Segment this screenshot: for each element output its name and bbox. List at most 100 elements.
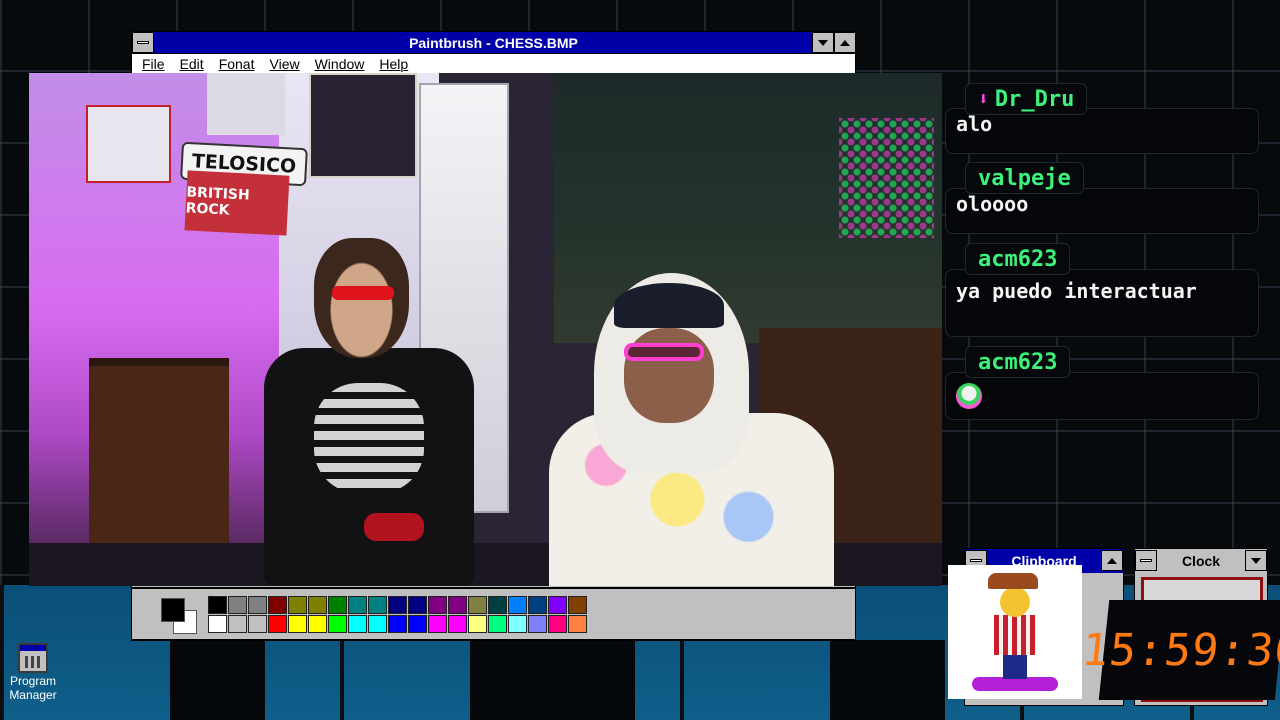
christmas-lights: [839, 118, 934, 238]
cowboy-hat-icon: [988, 573, 1038, 589]
skeleton-print: [314, 383, 424, 493]
color-swatch[interactable]: [248, 596, 267, 614]
color-swatch[interactable]: [568, 596, 587, 614]
maximize-icon: [1107, 557, 1117, 564]
system-menu-button[interactable]: [1135, 550, 1157, 571]
mascot-shoes: [972, 677, 1058, 691]
color-palette: [131, 587, 856, 640]
minimize-button[interactable]: [812, 32, 834, 53]
menu-bar: File Edit Fonat View Window Help: [132, 54, 855, 74]
flower-emote-icon: [956, 383, 982, 409]
color-swatch[interactable]: [448, 596, 467, 614]
floor-tile: [830, 640, 945, 720]
menu-window[interactable]: Window: [315, 56, 365, 72]
color-swatch[interactable]: [248, 615, 267, 633]
color-swatch[interactable]: [428, 596, 447, 614]
chat-message-text: oloooo: [945, 188, 1259, 234]
mascot-shirt: [994, 615, 1036, 655]
menu-help[interactable]: Help: [379, 56, 408, 72]
poster-drinks: [86, 105, 171, 183]
color-swatch[interactable]: [368, 615, 387, 633]
color-swatch[interactable]: [348, 596, 367, 614]
window-title: Paintbrush - CHESS.BMP: [409, 35, 578, 51]
color-swatch[interactable]: [508, 596, 527, 614]
color-swatch[interactable]: [448, 615, 467, 633]
foreground-color[interactable]: [161, 598, 185, 622]
color-swatch[interactable]: [228, 615, 247, 633]
color-swatch[interactable]: [488, 596, 507, 614]
color-swatch[interactable]: [528, 615, 547, 633]
chat-username: acm623: [965, 243, 1071, 275]
color-swatch[interactable]: [528, 596, 547, 614]
clock-titlebar[interactable]: Clock: [1135, 549, 1267, 573]
color-swatch[interactable]: [368, 596, 387, 614]
floor-tile: [470, 640, 635, 720]
menu-font[interactable]: Fonat: [219, 56, 255, 72]
color-swatch[interactable]: [288, 596, 307, 614]
person-paint-hoodie: [524, 273, 834, 586]
color-swatch[interactable]: [328, 596, 347, 614]
menu-edit[interactable]: Edit: [180, 56, 204, 72]
color-swatch[interactable]: [308, 596, 327, 614]
color-swatch[interactable]: [268, 596, 287, 614]
poster-skull: [207, 73, 285, 135]
mascot-head: [1000, 587, 1030, 617]
paintbrush-titlebar[interactable]: Paintbrush - CHESS.BMP: [132, 32, 856, 54]
floor-tile: [170, 640, 265, 720]
color-swatch[interactable]: [228, 596, 247, 614]
red-glasses: [332, 286, 394, 300]
system-menu-icon: [1140, 559, 1152, 562]
color-swatch[interactable]: [468, 615, 487, 633]
color-swatch[interactable]: [288, 615, 307, 633]
program-manager-label: Program Manager: [9, 674, 57, 702]
mascot-legs: [1003, 653, 1027, 679]
chat-message-text: [945, 372, 1259, 420]
color-swatch[interactable]: [548, 615, 567, 633]
menu-view[interactable]: View: [270, 56, 300, 72]
minimize-icon: [1251, 557, 1261, 564]
color-swatch[interactable]: [488, 615, 507, 633]
color-swatch[interactable]: [388, 615, 407, 633]
maximize-button[interactable]: [834, 32, 856, 53]
chat-username: valpeje: [965, 162, 1084, 194]
sign-british-rock: BRITISH ROCK: [184, 170, 290, 236]
color-swatch[interactable]: [328, 615, 347, 633]
color-swatch[interactable]: [548, 596, 567, 614]
poster-event: [309, 73, 417, 178]
color-swatch[interactable]: [208, 615, 227, 633]
swatch-grid: [208, 596, 587, 633]
cowboy-mascot: [948, 565, 1082, 699]
color-swatch[interactable]: [388, 596, 407, 614]
menu-file[interactable]: File: [142, 56, 165, 72]
color-swatch[interactable]: [508, 615, 527, 633]
maximize-icon: [840, 39, 850, 46]
chat-overlay: alo ⬇ Dr_Dru oloooo valpeje ya puedo inte…: [945, 80, 1260, 440]
color-swatch[interactable]: [268, 615, 287, 633]
cap: [614, 283, 724, 328]
program-manager-shortcut[interactable]: Program Manager: [5, 643, 61, 702]
color-swatch[interactable]: [428, 615, 447, 633]
current-colors: [157, 596, 201, 634]
minimize-icon: [818, 39, 828, 46]
game-controller: [364, 513, 424, 541]
color-swatch[interactable]: [408, 615, 427, 633]
pink-glasses: [624, 343, 704, 361]
chat-message-text: ya puedo interactuar: [945, 269, 1259, 337]
color-swatch[interactable]: [208, 596, 227, 614]
minimize-button[interactable]: [1245, 550, 1267, 571]
chat-username: ⬇ Dr_Dru: [965, 83, 1088, 115]
system-menu-icon: [970, 559, 982, 562]
digital-clock: 15:59:30: [1079, 600, 1280, 700]
color-swatch[interactable]: [568, 615, 587, 633]
color-swatch[interactable]: [308, 615, 327, 633]
color-swatch[interactable]: [348, 615, 367, 633]
color-swatch[interactable]: [468, 596, 487, 614]
webcam-canvas[interactable]: TELOSICO BRITISH ROCK: [29, 73, 942, 586]
maximize-button[interactable]: [1101, 550, 1123, 571]
color-swatch[interactable]: [408, 596, 427, 614]
arrow-down-icon: ⬇: [978, 88, 989, 110]
clock-title: Clock: [1181, 553, 1221, 569]
person-skeleton-sweater: [244, 238, 494, 586]
program-manager-icon: [18, 643, 48, 673]
chat-username: acm623: [965, 346, 1071, 378]
